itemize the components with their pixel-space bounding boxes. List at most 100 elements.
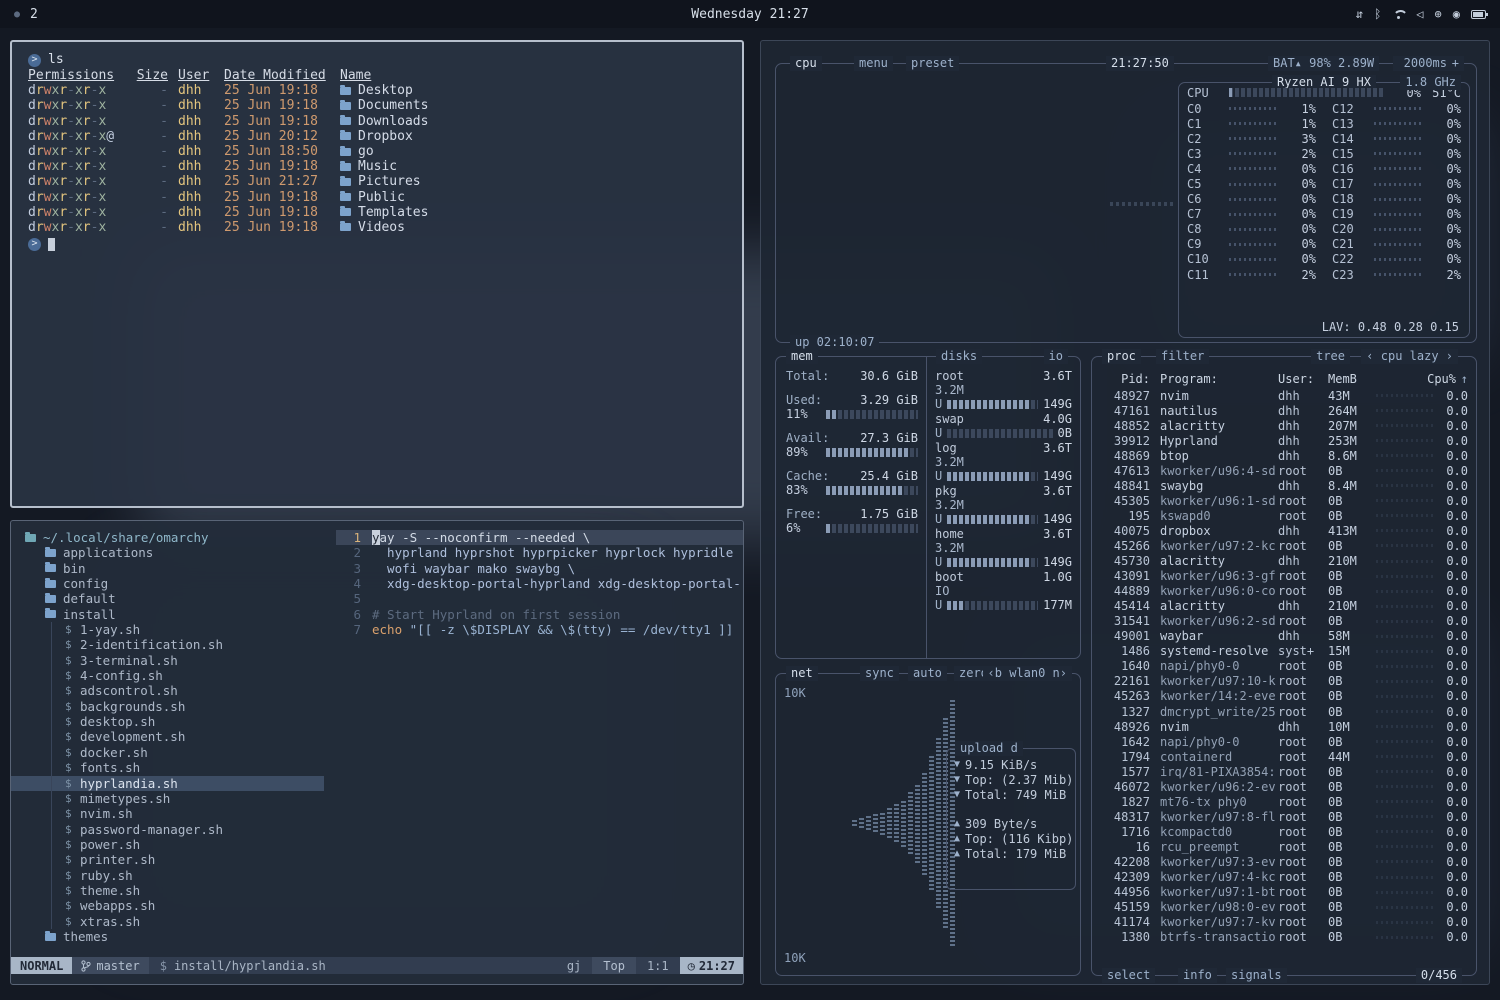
- process-row[interactable]: 1380btrfs-transactioroot0B0.0: [1100, 930, 1468, 945]
- process-row[interactable]: 45730alacrittydhh210M0.0: [1100, 554, 1468, 569]
- process-row[interactable]: 48927nvimdhh43M0.0: [1100, 388, 1468, 403]
- user-icon[interactable]: ◉: [1453, 7, 1460, 21]
- process-row[interactable]: 1716kcompactd0root0B0.0: [1100, 824, 1468, 839]
- tree-item-theme.sh[interactable]: $theme.sh: [11, 883, 336, 898]
- process-row[interactable]: 43091kworker/u96:3-gfroot0B0.0: [1100, 569, 1468, 584]
- info-button[interactable]: info: [1178, 968, 1217, 983]
- program-header[interactable]: Program:: [1150, 372, 1278, 386]
- process-row[interactable]: 42208kworker/u97:3-evroot0B0.0: [1100, 854, 1468, 869]
- sync-button[interactable]: sync: [860, 666, 899, 681]
- process-row[interactable]: 1642napi/phy0-0root0B0.0: [1100, 734, 1468, 749]
- battery-icon[interactable]: [1471, 10, 1486, 19]
- tree-item-power.sh[interactable]: $power.sh: [11, 837, 336, 852]
- tree-item-hyprlandia.sh[interactable]: $hyprlandia.sh: [11, 776, 324, 791]
- tree-item-password-manager.sh[interactable]: $password-manager.sh: [11, 822, 336, 837]
- tree-item-3-terminal.sh[interactable]: $3-terminal.sh: [11, 653, 336, 668]
- select-button[interactable]: select: [1102, 968, 1155, 983]
- tree-item-themes[interactable]: themes: [11, 929, 336, 944]
- process-row[interactable]: 45159kworker/u98:0-evroot0B0.0: [1100, 900, 1468, 915]
- tree-item-adscontrol.sh[interactable]: $adscontrol.sh: [11, 683, 336, 698]
- tree-item-webapps.sh[interactable]: $webapps.sh: [11, 898, 336, 913]
- process-row[interactable]: 45263kworker/14:2-everoot0B0.0: [1100, 689, 1468, 704]
- process-row[interactable]: 45305kworker/u96:1-sdroot0B0.0: [1100, 493, 1468, 508]
- tree-item-1-yay.sh[interactable]: $1-yay.sh: [11, 622, 336, 637]
- process-row[interactable]: 42309kworker/u97:4-kcroot0B0.0: [1100, 870, 1468, 885]
- tree-item-4-config.sh[interactable]: $4-config.sh: [11, 668, 336, 683]
- sort-arrow-icon[interactable]: ↑: [1456, 372, 1468, 386]
- git-branch[interactable]: master: [72, 957, 148, 974]
- neovim-window[interactable]: ~/.local/share/omarchy applicationsbinco…: [10, 520, 744, 985]
- disks-label[interactable]: disks: [936, 349, 982, 364]
- process-row[interactable]: 47613kworker/u96:4-sdroot0B0.0: [1100, 463, 1468, 478]
- stack-arrows-icon[interactable]: ⇵: [1356, 7, 1363, 21]
- process-row[interactable]: 1327dmcrypt_write/25root0B0.0: [1100, 704, 1468, 719]
- editor-pane[interactable]: 1yay -S --noconfirm --needed \2 hyprland…: [336, 521, 743, 957]
- user-header[interactable]: User:: [1278, 372, 1328, 386]
- process-row[interactable]: 45266kworker/u97:2-kcroot0B0.0: [1100, 538, 1468, 553]
- tree-item-applications[interactable]: applications: [11, 545, 336, 560]
- process-row[interactable]: 39912Hyprlanddhh253M0.0: [1100, 433, 1468, 448]
- prompt-line[interactable]: >: [28, 236, 726, 252]
- process-row[interactable]: 1794containerdroot44M0.0: [1100, 749, 1468, 764]
- signals-button[interactable]: signals: [1226, 968, 1287, 983]
- tree-item-mimetypes.sh[interactable]: $mimetypes.sh: [11, 791, 336, 806]
- pid-header[interactable]: Pid:: [1100, 372, 1150, 386]
- process-row[interactable]: 49001waybardhh58M0.0: [1100, 629, 1468, 644]
- process-row[interactable]: 44956kworker/u97:1-btroot0B0.0: [1100, 885, 1468, 900]
- process-row[interactable]: 48317kworker/u97:8-flroot0B0.0: [1100, 809, 1468, 824]
- workspace-indicator[interactable]: 2: [30, 7, 38, 22]
- process-row[interactable]: 1827mt76-tx phy0root0B0.0: [1100, 794, 1468, 809]
- terminal-window[interactable]: > ls PermissionsSizeUserDate ModifiedNam…: [10, 40, 744, 508]
- process-row[interactable]: 195kswapd0root0B0.0: [1100, 508, 1468, 523]
- proc-box-label[interactable]: proc: [1102, 349, 1141, 364]
- tree-item-desktop.sh[interactable]: $desktop.sh: [11, 714, 336, 729]
- volume-icon[interactable]: ◁: [1416, 7, 1423, 21]
- auto-button[interactable]: auto: [908, 666, 947, 681]
- process-row[interactable]: 40075dropboxdhh413M0.0: [1100, 523, 1468, 538]
- bluetooth-icon[interactable]: ᛒ: [1374, 7, 1381, 21]
- tree-item-printer.sh[interactable]: $printer.sh: [11, 852, 336, 867]
- tree-item-development.sh[interactable]: $development.sh: [11, 729, 336, 744]
- cpu-box-label[interactable]: cpu: [790, 56, 822, 71]
- wifi-icon[interactable]: [1392, 10, 1405, 19]
- process-row[interactable]: 44889kworker/u96:0-coroot0B0.0: [1100, 584, 1468, 599]
- tree-item-bin[interactable]: bin: [11, 561, 336, 576]
- tree-item-fonts.sh[interactable]: $fonts.sh: [11, 760, 336, 775]
- tree-item-nvim.sh[interactable]: $nvim.sh: [11, 806, 336, 821]
- cpu-header[interactable]: Cpu%: [1426, 372, 1456, 386]
- tree-item-config[interactable]: config: [11, 576, 336, 591]
- process-row[interactable]: 48852alacrittydhh207M0.0: [1100, 418, 1468, 433]
- preset-button[interactable]: preset: [906, 56, 959, 71]
- process-row[interactable]: 48869btopdhh8.6M0.0: [1100, 448, 1468, 463]
- process-row[interactable]: 22161kworker/u97:10-kroot0B0.0: [1100, 674, 1468, 689]
- workspace-dot-icon[interactable]: ●: [14, 9, 20, 20]
- interval-plus-button[interactable]: +: [1447, 56, 1464, 71]
- tree-item-docker.sh[interactable]: $docker.sh: [11, 745, 336, 760]
- io-label[interactable]: io: [1044, 349, 1068, 364]
- tree-item-ruby.sh[interactable]: $ruby.sh: [11, 868, 336, 883]
- process-row[interactable]: 48841swaybgdhh8.4M0.0: [1100, 478, 1468, 493]
- process-row[interactable]: 16rcu_preemptroot0B0.0: [1100, 839, 1468, 854]
- tree-item-install[interactable]: install: [11, 607, 336, 622]
- process-row[interactable]: 45414alacrittydhh210M0.0: [1100, 599, 1468, 614]
- btop-window[interactable]: cpu menu preset 21:27:50 BAT▴ 98% 2.89W …: [760, 40, 1490, 985]
- process-row[interactable]: 41174kworker/u97:7-kvroot0B0.0: [1100, 915, 1468, 930]
- network-interface[interactable]: ‹b wlan0 n›: [983, 666, 1072, 681]
- process-row[interactable]: 1486systemd-resolvesyst+15M0.0: [1100, 644, 1468, 659]
- process-row[interactable]: 48926nvimdhh10M0.0: [1100, 719, 1468, 734]
- process-row[interactable]: 1640napi/phy0-0root0B0.0: [1100, 659, 1468, 674]
- process-row[interactable]: 46072kworker/u96:2-evroot0B0.0: [1100, 779, 1468, 794]
- tree-item-xtras.sh[interactable]: $xtras.sh: [11, 914, 336, 929]
- net-box-label[interactable]: net: [786, 666, 818, 681]
- tree-item-default[interactable]: default: [11, 591, 336, 606]
- mem-box-label[interactable]: mem: [786, 349, 818, 364]
- process-row[interactable]: 31541kworker/u96:2-sdroot0B0.0: [1100, 614, 1468, 629]
- filter-button[interactable]: filter: [1156, 349, 1209, 364]
- tree-item-2-identification.sh[interactable]: $2-identification.sh: [11, 637, 336, 652]
- tree-item-backgrounds.sh[interactable]: $backgrounds.sh: [11, 699, 336, 714]
- globe-icon[interactable]: ⊕: [1435, 7, 1442, 21]
- sort-mode[interactable]: ‹ cpu lazy ›: [1361, 349, 1458, 364]
- tree-root[interactable]: ~/.local/share/omarchy: [11, 530, 336, 545]
- mem-header[interactable]: MemB: [1328, 372, 1372, 386]
- tree-button[interactable]: tree: [1311, 349, 1350, 364]
